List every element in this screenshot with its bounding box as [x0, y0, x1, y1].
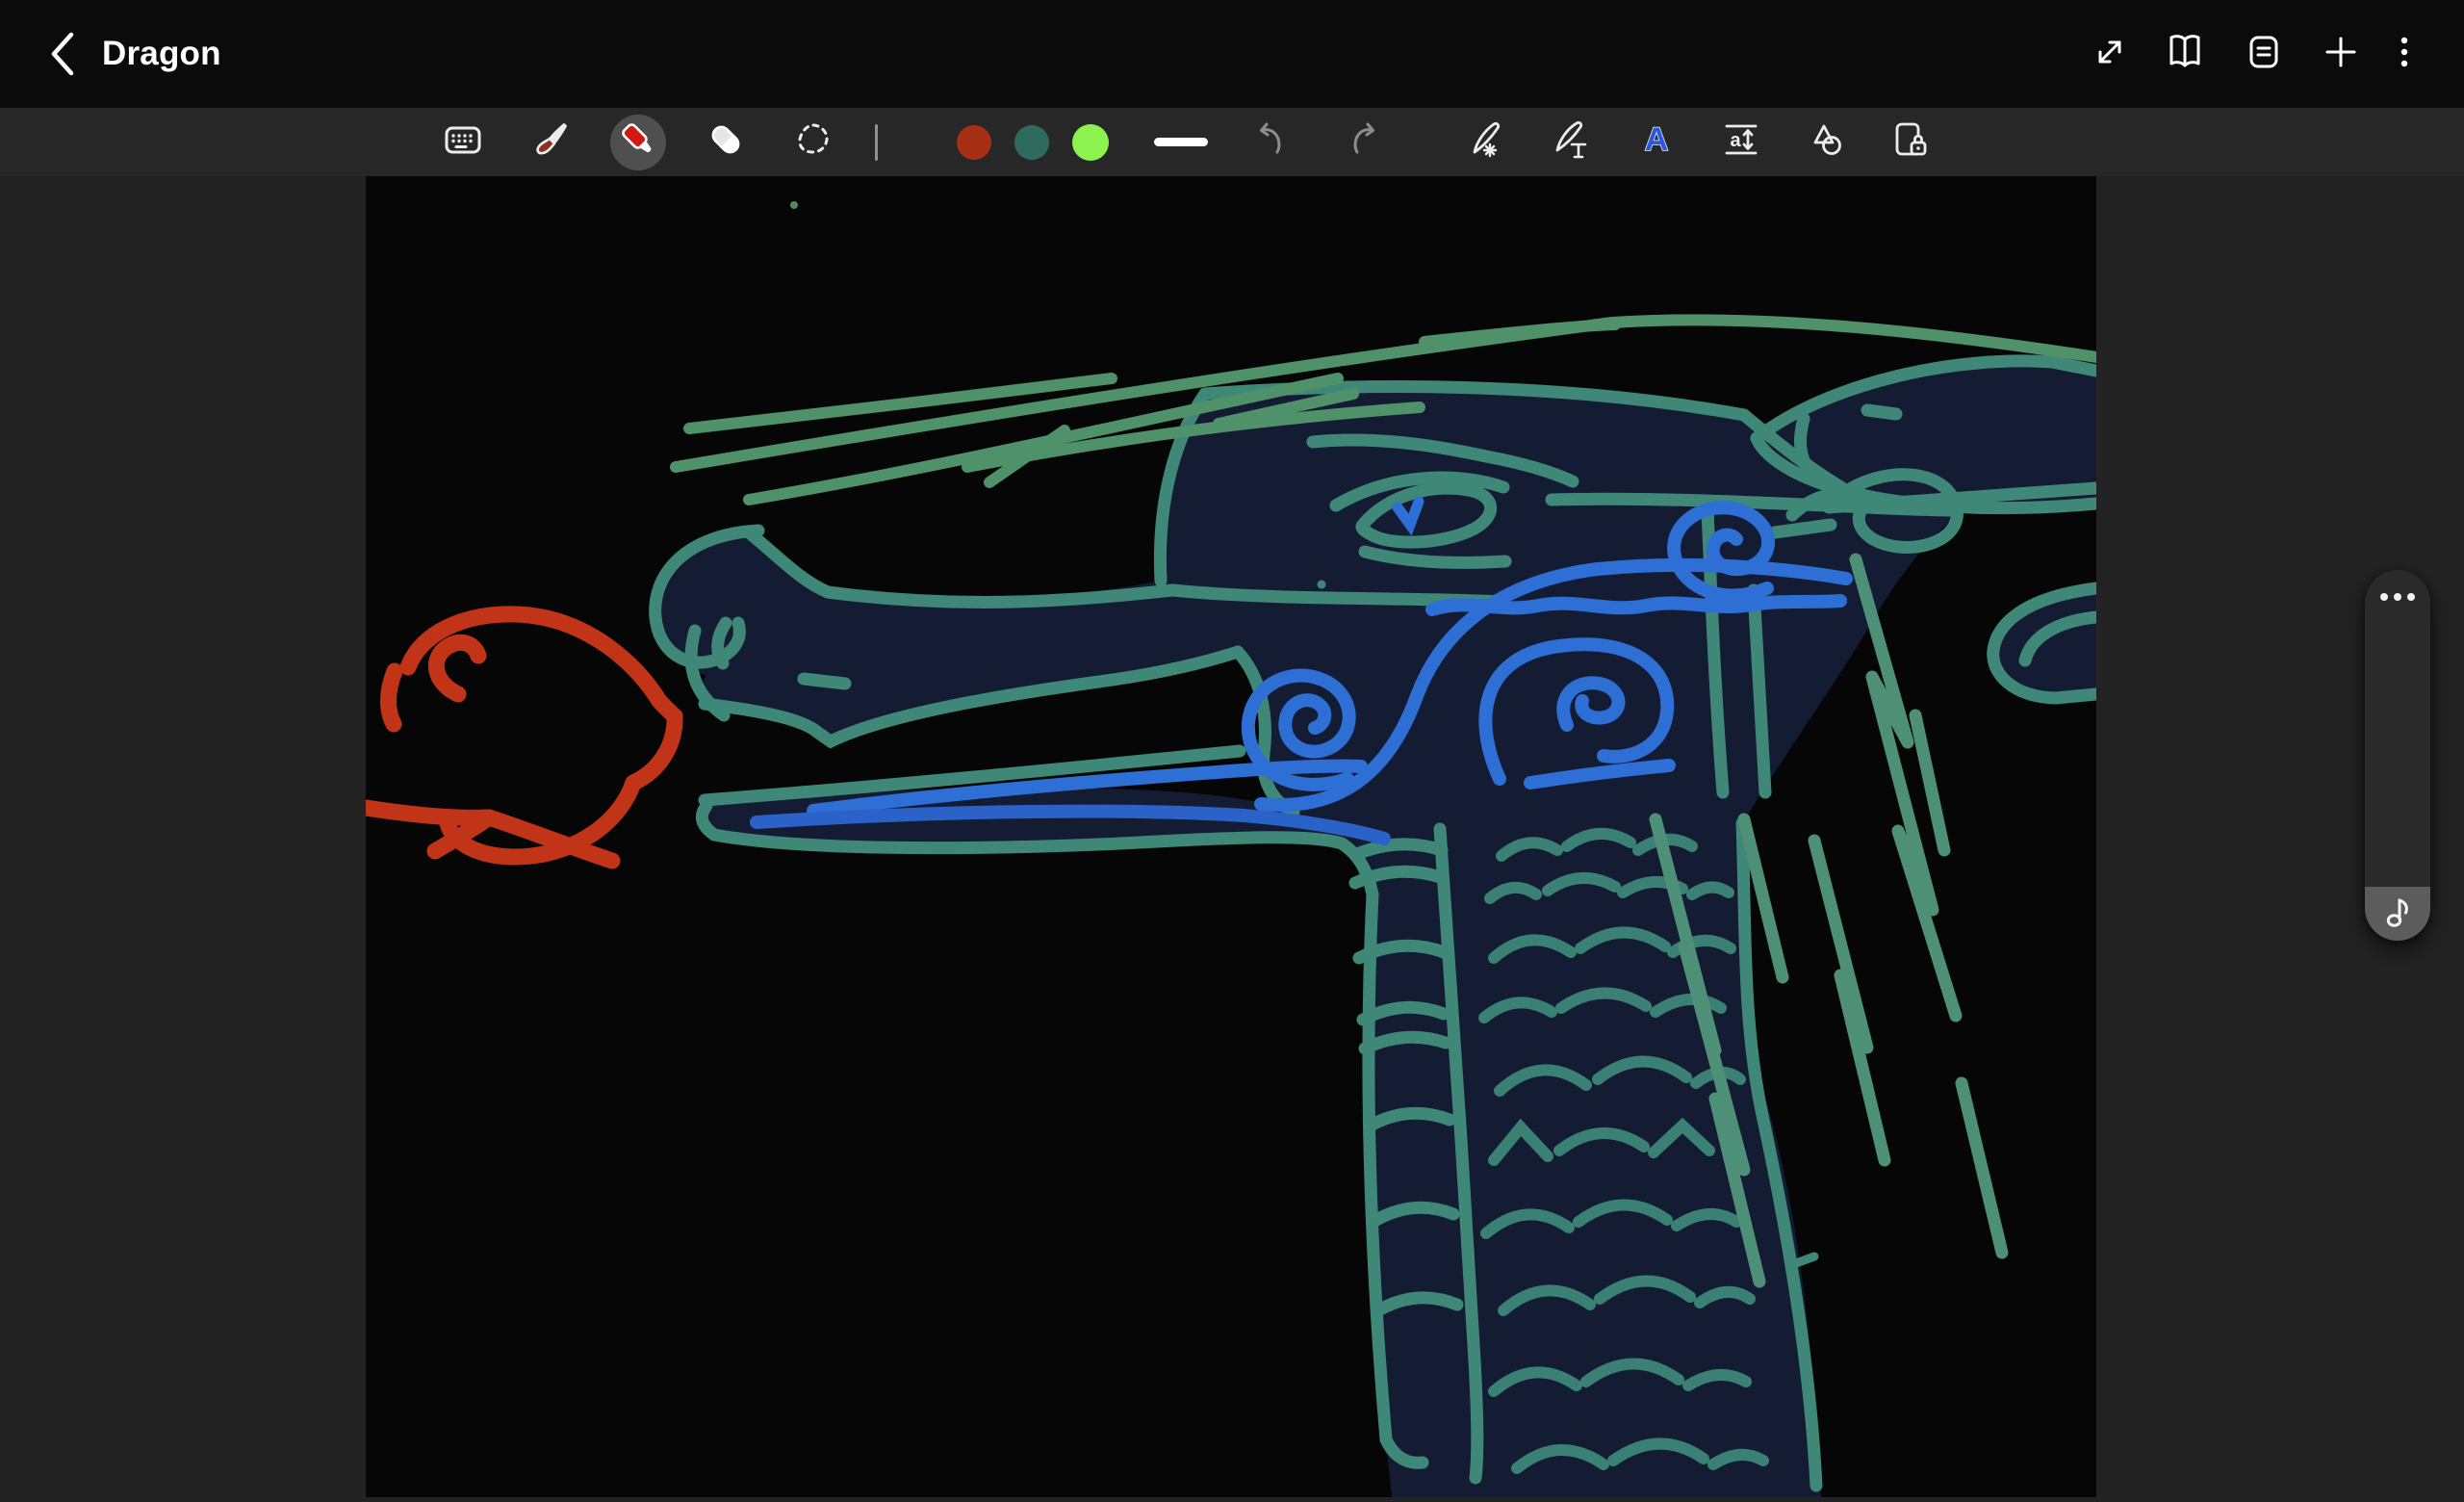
reader-view-button[interactable]: [2161, 30, 2209, 78]
text-style-button[interactable]: A: [1635, 121, 1678, 164]
resize-button[interactable]: [2086, 30, 2134, 78]
convert-to-text-button[interactable]: [1551, 121, 1593, 164]
marker-tool-button[interactable]: [617, 121, 659, 164]
dragon-sketch: [366, 176, 2096, 1497]
eraser-icon: [704, 117, 748, 167]
pen-brush-icon: [529, 118, 572, 166]
text-size-button[interactable]: a: [1720, 121, 1762, 164]
undo-arrow-icon: [1249, 118, 1292, 166]
stray-dot: [790, 201, 798, 209]
expand-diagonal-icon: [2089, 31, 2131, 78]
kebab-menu-icon: [2383, 31, 2426, 78]
sparkle-pen-icon: [1465, 117, 1509, 167]
drawing-toolbar: A a: [0, 108, 2464, 176]
back-chevron-icon: [45, 29, 78, 84]
lasso-select-icon: [791, 117, 835, 167]
audio-button[interactable]: [2365, 887, 2430, 941]
open-book-icon: [2163, 30, 2207, 79]
back-button[interactable]: [37, 31, 87, 81]
shapes-button[interactable]: [1805, 121, 1847, 164]
svg-text:A: A: [1645, 121, 1669, 158]
note-title: Dragon: [102, 0, 221, 108]
top-app-bar: Dragon: [0, 0, 2464, 108]
redo-button[interactable]: [1343, 121, 1385, 164]
pen-text-icon: [1550, 117, 1594, 167]
color-swatch-teal[interactable]: [1014, 125, 1049, 160]
keyboard-icon: [442, 118, 484, 166]
redo-arrow-icon: [1343, 118, 1385, 166]
lock-drawing-button[interactable]: [1889, 121, 1932, 164]
shapes-icon: [1804, 117, 1848, 167]
page-overview-button[interactable]: [2240, 30, 2288, 78]
pen-tool-button[interactable]: [529, 121, 572, 164]
undo-button[interactable]: [1249, 121, 1292, 164]
color-swatch-green[interactable]: [1072, 124, 1109, 161]
letter-a-icon: A: [1634, 117, 1679, 167]
lock-screen-icon: [1888, 117, 1933, 167]
lasso-select-tool-button[interactable]: [792, 121, 834, 164]
keyboard-tool-button[interactable]: [442, 121, 484, 164]
drawing-canvas[interactable]: [366, 176, 2096, 1497]
beautify-pen-button[interactable]: [1466, 121, 1508, 164]
plus-icon: [2320, 31, 2362, 78]
svg-text:a: a: [1730, 130, 1741, 151]
stroke-width-button[interactable]: [1154, 138, 1208, 146]
document-lines-icon: [2243, 31, 2285, 78]
floating-tool-handle[interactable]: [2365, 570, 2430, 941]
color-swatch-red[interactable]: [957, 125, 991, 160]
eraser-tool-button[interactable]: [705, 121, 747, 164]
toolbar-divider: [875, 124, 878, 161]
add-page-button[interactable]: [2317, 30, 2365, 78]
more-dots-icon[interactable]: [2365, 593, 2430, 601]
text-height-icon: a: [1719, 117, 1763, 167]
more-options-button[interactable]: [2380, 30, 2428, 78]
flame-strokes: [366, 614, 675, 861]
music-note-icon: [2381, 893, 2414, 935]
marker-icon: [616, 117, 660, 167]
